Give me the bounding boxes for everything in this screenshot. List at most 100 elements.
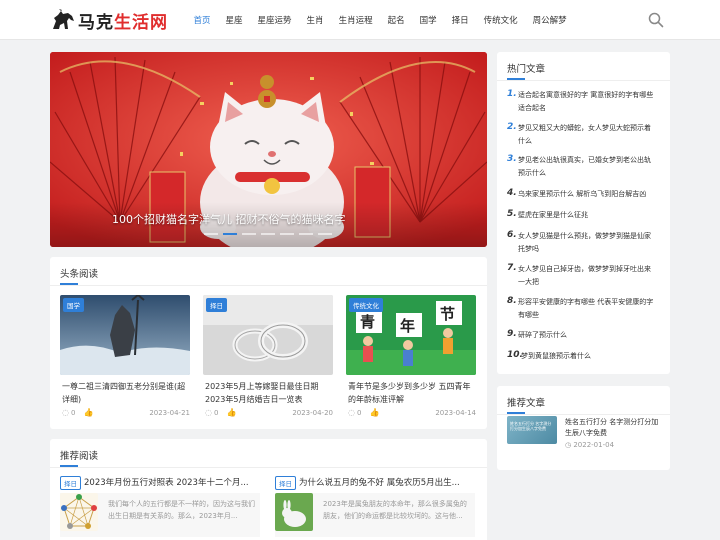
like-icon[interactable]: 👍	[226, 408, 236, 417]
hot-article-item[interactable]: 8. 形容平安健康的字有哪些 代表平安健康的字有哪些	[507, 296, 657, 321]
nav-item-zodiac[interactable]: 生肖	[307, 14, 324, 26]
rank-number: 2.	[507, 122, 517, 132]
comment-count: 0	[356, 408, 362, 417]
category-tag[interactable]: 国学	[63, 298, 84, 312]
hot-article-title[interactable]: 乌来家里预示什么 解析乌飞到阳台解吉凶	[518, 188, 646, 201]
slider-dot[interactable]	[242, 233, 256, 235]
comment-count: 0	[70, 408, 76, 417]
hot-article-item[interactable]: 5. 壁虎在家里是什么征兆	[507, 209, 657, 222]
hot-article-title[interactable]: 女人梦见自己掉牙齿，做梦梦到掉牙吐出来一大把	[518, 263, 657, 288]
slider-dot[interactable]	[299, 233, 313, 235]
hot-article-title[interactable]: 梦见老公出轨很真实，已婚女梦到老公出轨预示什么	[518, 154, 657, 179]
publish-date: 2023-04-20	[292, 408, 333, 417]
nav-item-traditional-culture[interactable]: 传统文化	[484, 14, 518, 26]
divider	[497, 414, 670, 415]
headline-meta: ◌ 0 👍 2023-04-14	[348, 408, 476, 417]
recommended-article-title[interactable]: 姓名五行打分 名字测分打分加生辰八字免费	[565, 417, 660, 439]
hot-articles-panel: 热门文章 1. 适合起名寓意很好的字 寓意很好的字有哪些适合起名 2. 梦见又粗又大…	[497, 52, 670, 374]
site-logo[interactable]: 马克生活网	[50, 7, 168, 33]
recommended-thumbnail[interactable]	[60, 493, 98, 531]
svg-text:青: 青	[360, 313, 375, 331]
search-icon[interactable]	[647, 11, 665, 29]
headline-meta: ◌ 0 👍 2023-04-20	[205, 408, 333, 417]
recommended-article-date: ◷ 2022-01-04	[565, 441, 615, 449]
headline-card[interactable]: 择日 2023年5月上等嫁娶日最佳日期 2023年5月结婚吉日一览表 ◌ 0 👍 …	[203, 295, 333, 417]
like-icon[interactable]: 👍	[83, 408, 93, 417]
category-tag[interactable]: 择日	[275, 476, 296, 490]
nav-item-zodiac-fortune[interactable]: 生肖运程	[339, 14, 373, 26]
divider	[50, 285, 487, 286]
five-elements-diagram-image	[60, 493, 98, 531]
recommended-thumbnail[interactable]	[275, 493, 313, 531]
thumbnail-text: 姓名五行打分 名字测分打分加生辰八字免费	[510, 421, 552, 431]
divider	[50, 467, 487, 468]
slider-dot[interactable]	[280, 233, 294, 235]
headline-card[interactable]: 青 年 节 传统文化 青年节是多少岁到多少岁 五四青年的年龄标准评解 ◌ 0 👍 …	[346, 295, 476, 417]
nav-item-constellation[interactable]: 星座	[226, 14, 243, 26]
rank-number: 5.	[507, 209, 517, 219]
hot-article-title[interactable]: 梦到黄鼠狼预示着什么	[521, 350, 591, 363]
category-tag[interactable]: 择日	[60, 476, 81, 490]
headline-thumbnail[interactable]: 择日	[203, 295, 333, 375]
rank-number: 4.	[507, 188, 517, 198]
rank-number: 7.	[507, 263, 517, 273]
hot-article-title[interactable]: 形容平安健康的字有哪些 代表平安健康的字有哪些	[518, 296, 657, 321]
hot-article-item[interactable]: 3. 梦见老公出轨很真实，已婚女梦到老公出轨预示什么	[507, 154, 657, 179]
slider-dot[interactable]	[204, 233, 218, 235]
headline-thumbnail[interactable]: 青 年 节 传统文化	[346, 295, 476, 375]
hot-article-item[interactable]: 2. 梦见又粗又大的蟒蛇，女人梦见大蛇预示着什么	[507, 122, 657, 147]
rank-number: 6.	[507, 230, 517, 240]
headline-title[interactable]: 一尊二祖三清四御五老分别是谁(超详细)	[62, 381, 190, 406]
rabbit-image	[275, 493, 313, 531]
recommended-item-title[interactable]: 2023年月份五行对照表 2023年十二个月...	[84, 476, 249, 488]
nav-item-date-selection[interactable]: 择日	[452, 14, 469, 26]
recommended-articles-panel: 推荐文章 姓名五行打分 名字测分打分加生辰八字免费 姓名五行打分 名字测分打分加…	[497, 386, 670, 470]
headline-meta: ◌ 0 👍 2023-04-21	[62, 408, 190, 417]
headline-title[interactable]: 青年节是多少岁到多少岁 五四青年的年龄标准评解	[348, 381, 476, 406]
divider	[497, 80, 670, 81]
slider-dot-active[interactable]	[223, 233, 237, 235]
nav-item-home[interactable]: 首页	[194, 14, 211, 26]
site-name: 马克生活网	[78, 12, 168, 33]
hot-article-item[interactable]: 1. 适合起名寓意很好的字 寓意很好的字有哪些适合起名	[507, 89, 657, 114]
headline-card[interactable]: 国学 一尊二祖三清四御五老分别是谁(超详细) ◌ 0 👍 2023-04-21	[60, 295, 190, 417]
headlines-title: 头条阅读	[60, 269, 99, 280]
category-tag[interactable]: 择日	[206, 298, 227, 312]
hot-article-title[interactable]: 女人梦见猫是什么预兆，做梦梦到猫是仙家托梦吗	[518, 230, 657, 255]
hot-article-item[interactable]: 6. 女人梦见猫是什么预兆，做梦梦到猫是仙家托梦吗	[507, 230, 657, 255]
rank-number: 1.	[507, 89, 517, 99]
recommended-title: 推荐阅读	[60, 451, 99, 462]
slider-dot[interactable]	[261, 233, 275, 235]
nav-item-naming[interactable]: 起名	[388, 14, 405, 26]
hot-article-item[interactable]: 9. 研碎了预示什么	[507, 329, 657, 342]
hot-article-title[interactable]: 壁虎在家里是什么征兆	[518, 209, 588, 222]
comment-icon: ◌	[205, 408, 212, 417]
recommended-item-excerpt: 我们每个人的五行都是不一样的，因为这与我们出生日期是有关系的。那么，2023年月…	[108, 500, 255, 520]
slider-dot[interactable]	[318, 233, 332, 235]
svg-text:节: 节	[440, 305, 455, 323]
category-tag[interactable]: 传统文化	[349, 298, 383, 312]
rank-number: 10.	[507, 350, 523, 360]
nav-item-sinology[interactable]: 国学	[420, 14, 437, 26]
hot-article-title[interactable]: 梦见又粗又大的蟒蛇，女人梦见大蛇预示着什么	[518, 122, 657, 147]
hot-article-item[interactable]: 10. 梦到黄鼠狼预示着什么	[507, 350, 657, 363]
svg-text:年: 年	[400, 317, 415, 335]
hot-article-item[interactable]: 4. 乌来家里预示什么 解析乌飞到阳台解吉凶	[507, 188, 657, 201]
recommended-articles-title: 推荐文章	[507, 398, 546, 409]
recommended-article-thumbnail[interactable]: 姓名五行打分 名字测分打分加生辰八字免费	[507, 416, 557, 444]
recommended-item-title[interactable]: 为什么说五月的兔不好 属兔农历5月出生...	[299, 476, 460, 488]
nav-item-horoscope[interactable]: 星座运势	[258, 14, 292, 26]
slider-pagination	[204, 233, 337, 235]
headline-title[interactable]: 2023年5月上等嫁娶日最佳日期 2023年5月结婚吉日一览表	[205, 381, 333, 406]
headline-thumbnail[interactable]: 国学	[60, 295, 190, 375]
hot-article-title[interactable]: 研碎了预示什么	[518, 329, 567, 342]
slider-caption[interactable]: 100个招财猫名字洋气儿 招财不俗气的猫咪名字	[112, 211, 346, 227]
hot-article-item[interactable]: 7. 女人梦见自己掉牙齿，做梦梦到掉牙吐出来一大把	[507, 263, 657, 288]
rank-number: 9.	[507, 329, 517, 339]
hot-article-title[interactable]: 适合起名寓意很好的字 寓意很好的字有哪些适合起名	[518, 89, 657, 114]
nav-item-dream-interpretation[interactable]: 周公解梦	[533, 14, 567, 26]
horse-logo-icon	[53, 9, 74, 29]
publish-date: 2023-04-14	[435, 408, 476, 417]
comment-icon: ◌	[348, 408, 355, 417]
like-icon[interactable]: 👍	[369, 408, 379, 417]
